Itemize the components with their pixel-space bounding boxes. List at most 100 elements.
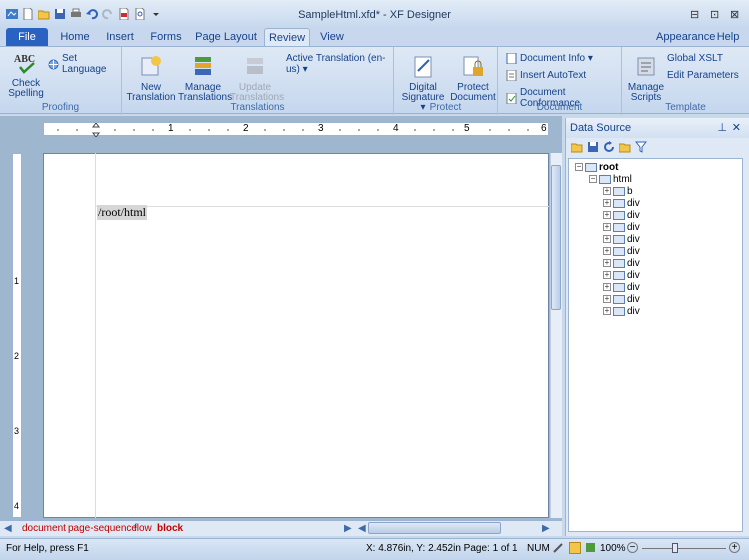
protect-document-button[interactable]: Protect Document: [448, 55, 498, 103]
crumb-flow[interactable]: flow: [134, 523, 152, 534]
tab-forms[interactable]: Forms: [146, 28, 186, 46]
hscroll-right-arrow-icon[interactable]: ▶: [542, 523, 550, 534]
pdf-icon[interactable]: [118, 7, 130, 21]
tree-node-div[interactable]: + div: [603, 209, 640, 221]
global-xslt-button[interactable]: Global XSLT: [667, 53, 723, 64]
tab-page-layout[interactable]: Page Layout: [194, 28, 258, 46]
vertical-scroll-thumb[interactable]: [551, 165, 561, 310]
block-text[interactable]: /root/html: [97, 205, 147, 220]
active-translation-label: Active Translation (en-us) ▾: [286, 53, 386, 75]
restore-button[interactable]: ⊡: [710, 8, 719, 21]
collapse-icon[interactable]: −: [589, 175, 597, 183]
tree-node-html[interactable]: − html: [589, 173, 632, 185]
crumb-page-sequence[interactable]: page-sequence: [68, 523, 137, 534]
tree-node-div[interactable]: + div: [603, 245, 640, 257]
tree-node-div[interactable]: + div: [603, 281, 640, 293]
print-icon[interactable]: [70, 8, 82, 20]
app-icon[interactable]: [6, 8, 18, 20]
tree-node-div[interactable]: + div: [603, 233, 640, 245]
tree-node-div[interactable]: + div: [603, 221, 640, 233]
tree-node-div[interactable]: + div: [603, 305, 640, 317]
active-translation-dropdown[interactable]: Active Translation (en-us) ▾: [286, 53, 393, 75]
zoom-slider-thumb[interactable]: [672, 543, 678, 553]
template-label: Template: [665, 102, 706, 113]
zoom-in-icon[interactable]: +: [729, 542, 740, 553]
view-source-icon[interactable]: [585, 542, 596, 553]
pin-icon[interactable]: ⊥: [717, 118, 727, 138]
expand-icon[interactable]: +: [603, 259, 611, 267]
element-icon: [613, 198, 625, 208]
set-language-button[interactable]: Set Language: [48, 53, 121, 75]
tree-node-div[interactable]: + div: [603, 257, 640, 269]
breadcrumb-left-arrow-icon[interactable]: ◀: [4, 523, 12, 534]
tab-home[interactable]: Home: [56, 28, 94, 46]
zoom-slider[interactable]: [642, 548, 726, 549]
element-icon: [613, 294, 625, 304]
redo-icon[interactable]: [102, 8, 114, 20]
tree-node-div[interactable]: + div: [603, 293, 640, 305]
expand-icon[interactable]: +: [603, 271, 611, 279]
expand-icon[interactable]: +: [603, 283, 611, 291]
appearance-menu[interactable]: Appearance ▾: [656, 28, 715, 61]
tree-node-root[interactable]: − root: [575, 161, 618, 173]
document-info-icon: [506, 52, 517, 65]
view-draft-icon[interactable]: [553, 542, 564, 553]
print-preview-icon[interactable]: [134, 7, 146, 21]
crumb-block[interactable]: block: [157, 523, 183, 534]
ds-open-icon[interactable]: [618, 141, 631, 153]
expand-icon[interactable]: +: [603, 247, 611, 255]
margin-guide: [95, 153, 96, 518]
tree-node-b[interactable]: + b: [603, 185, 633, 197]
qat-dropdown-icon[interactable]: [150, 8, 162, 20]
proofing-label: Proofing: [41, 102, 80, 113]
document-info-button[interactable]: Document Info ▾: [506, 52, 593, 65]
vruler-number: 3: [14, 426, 20, 436]
tab-view[interactable]: View: [314, 28, 350, 46]
crumb-document[interactable]: document: [22, 523, 66, 534]
horizontal-scroll-thumb[interactable]: [368, 522, 501, 534]
refresh-icon[interactable]: [603, 141, 615, 153]
tab-review[interactable]: Review: [264, 28, 310, 46]
tree-node-div[interactable]: + div: [603, 197, 640, 209]
new-icon[interactable]: [22, 7, 34, 21]
tree-node-div[interactable]: + div: [603, 269, 640, 281]
tab-file[interactable]: File: [6, 28, 48, 46]
expand-icon[interactable]: +: [603, 223, 611, 231]
horizontal-ruler[interactable]: 1 2 3 4 5 6: [43, 122, 549, 137]
ds-new-icon[interactable]: [570, 141, 583, 153]
expand-icon[interactable]: +: [603, 295, 611, 303]
edit-parameters-button[interactable]: Edit Parameters: [667, 70, 739, 81]
open-icon[interactable]: [37, 8, 50, 20]
tree-node-label: div: [627, 293, 640, 305]
manage-scripts-button[interactable]: Manage Scripts: [626, 55, 666, 103]
tab-insert[interactable]: Insert: [100, 28, 140, 46]
ds-save-icon[interactable]: [587, 141, 599, 153]
view-layout-icon[interactable]: [569, 542, 581, 554]
breadcrumb-right-arrow-icon[interactable]: ▶: [344, 523, 352, 534]
vertical-ruler[interactable]: 1 2 3 4: [12, 153, 22, 518]
element-icon: [613, 306, 625, 316]
tree-node-label: div: [627, 281, 640, 293]
expand-icon[interactable]: +: [603, 211, 611, 219]
expand-icon[interactable]: +: [603, 187, 611, 195]
check-spelling-button[interactable]: ABC Check Spelling: [6, 51, 46, 99]
update-translations-button[interactable]: Update Translations: [230, 55, 284, 103]
edit-parameters-label: Edit Parameters: [667, 70, 739, 81]
minimize-button[interactable]: ⊟: [690, 8, 699, 21]
undo-icon[interactable]: [86, 8, 98, 20]
filter-icon[interactable]: [634, 141, 648, 153]
expand-icon[interactable]: +: [603, 307, 611, 315]
expand-icon[interactable]: +: [603, 199, 611, 207]
save-icon[interactable]: [54, 8, 66, 20]
expand-icon[interactable]: +: [603, 235, 611, 243]
insert-autotext-button[interactable]: Insert AutoText: [506, 69, 586, 82]
manage-translations-button[interactable]: Manage Translations: [178, 55, 232, 103]
help-menu[interactable]: Help ▾: [713, 28, 743, 61]
zoom-out-icon[interactable]: −: [627, 542, 638, 553]
hscroll-left-arrow-icon[interactable]: ◀: [358, 523, 366, 534]
close-button[interactable]: ⊠: [730, 8, 739, 21]
panel-close-icon[interactable]: ✕: [732, 118, 741, 138]
new-translation-button[interactable]: New Translation: [126, 55, 176, 103]
vruler-number: 1: [14, 276, 20, 286]
collapse-icon[interactable]: −: [575, 163, 583, 171]
